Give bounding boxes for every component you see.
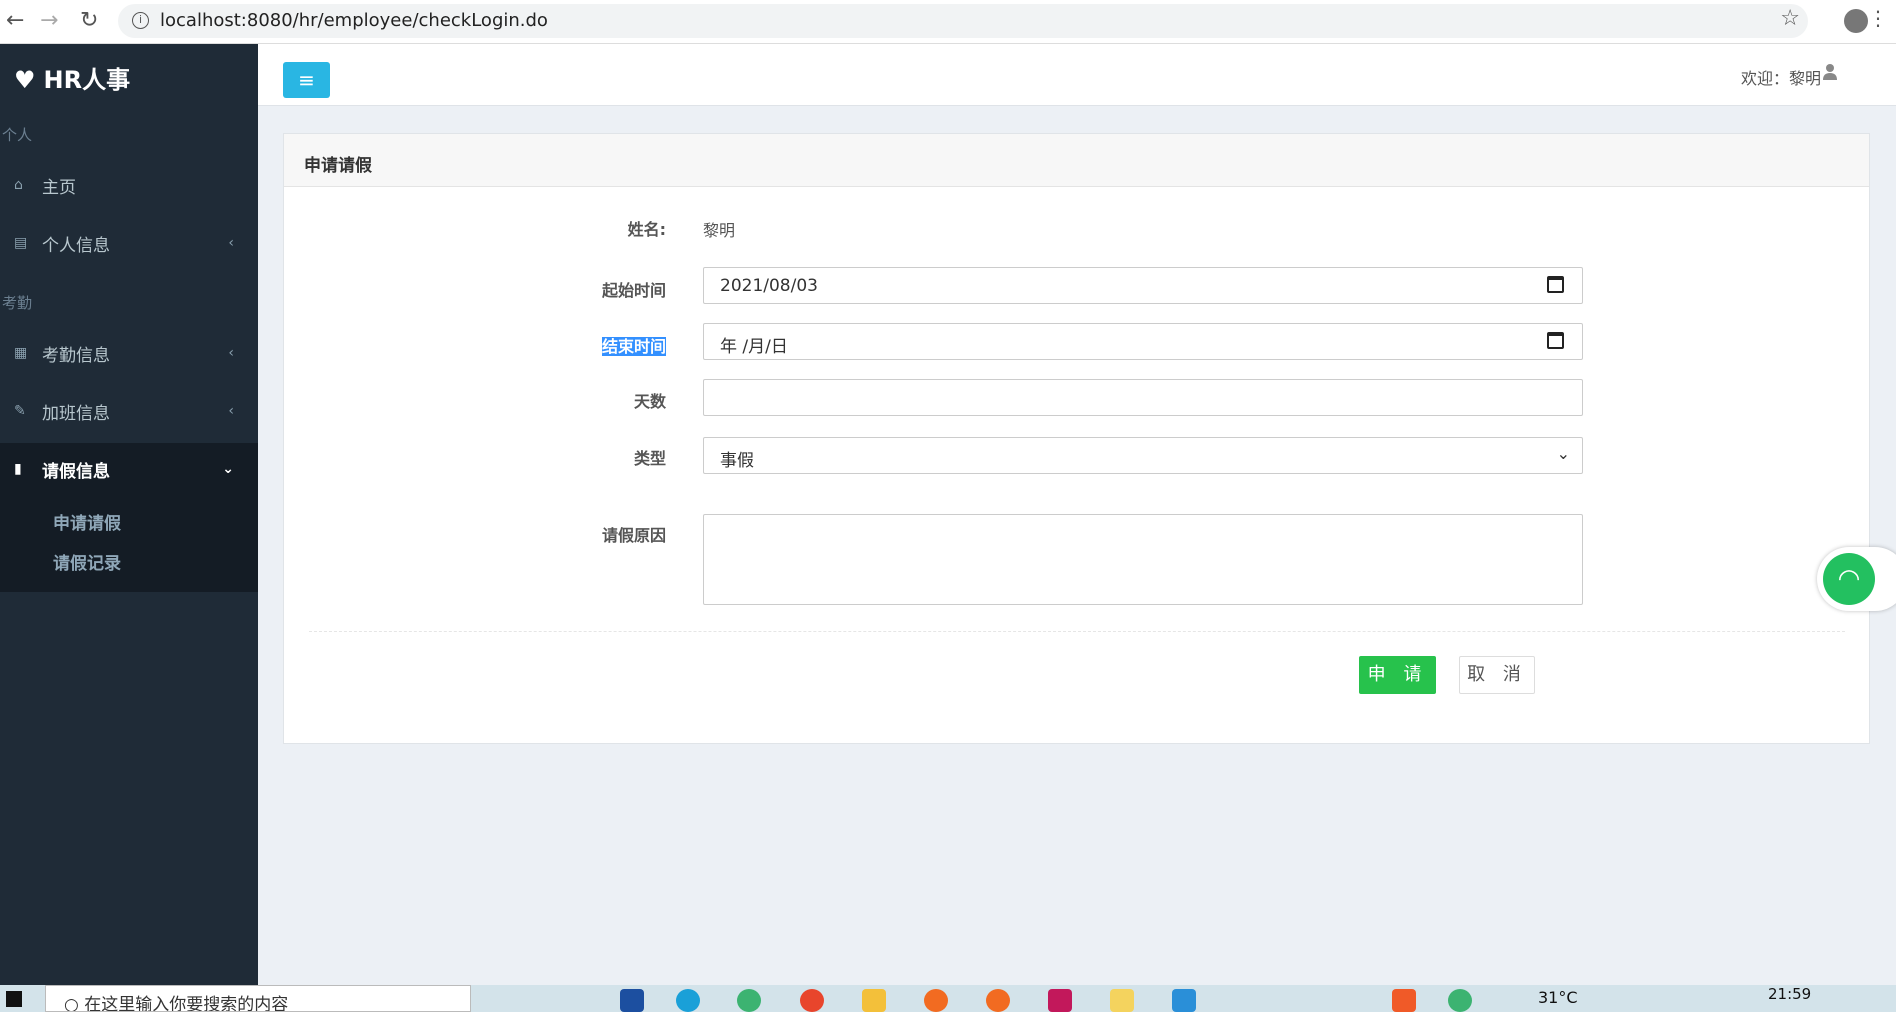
edit-icon: ✎ [14, 403, 26, 419]
sidebar: ♥ HR人事 个人 ⌂ 主页 ▤ 个人信息 ‹ 考勤 ▦ 考勤信息 ‹ ✎ 加班信息 ‹ ▮ 请假… [0, 44, 258, 985]
sogou-icon[interactable] [1392, 989, 1416, 1012]
card-title: 申请请假 [284, 134, 1869, 187]
start-date-value: 2021/08/03 [720, 276, 818, 296]
edge-icon[interactable] [676, 989, 700, 1012]
reason-label: 请假原因 [601, 526, 666, 545]
sidebar-item-label: 加班信息 [42, 403, 110, 424]
start-date-input[interactable]: 2021/08/03 [703, 267, 1583, 304]
sidebar-item-leave[interactable]: ▮ 请假信息 ⌄ [0, 445, 258, 493]
profile-icon[interactable] [1844, 9, 1868, 33]
app-icon[interactable] [986, 989, 1010, 1012]
sidebar-item-home[interactable]: ⌂ 主页 [0, 161, 258, 209]
days-input[interactable] [703, 379, 1583, 416]
leave-type-value: 事假 [720, 451, 754, 471]
divider [309, 631, 1845, 632]
taskbar-search-input[interactable]: ○ 在这里输入你要搜索的内容 [45, 985, 471, 1012]
end-time-label: 结束时间 [466, 333, 666, 357]
chevron-down-icon: ⌄ [222, 461, 234, 477]
logo-text: HR人事 [43, 66, 131, 94]
browser-menu-icon[interactable]: ⋮ [1868, 6, 1888, 30]
cancel-button[interactable]: 取 消 [1459, 656, 1535, 694]
windows-start-icon[interactable] [6, 991, 22, 1007]
chevron-down-icon: ⌄ [1556, 444, 1570, 463]
end-date-placeholder: 年 /月/日 [720, 337, 788, 357]
start-time-label: 起始时间 [601, 281, 666, 300]
calendar-icon[interactable] [1547, 276, 1564, 293]
taskbar: ○ 在这里输入你要搜索的内容 31°C 21:59 [0, 985, 1896, 1012]
info-icon[interactable]: i [132, 12, 149, 29]
logo[interactable]: ♥ HR人事 [14, 60, 130, 95]
sidebar-subitem-leave-records[interactable]: 请假记录 [53, 549, 121, 574]
calendar-icon[interactable] [1547, 332, 1564, 349]
bookmark-star-icon[interactable]: ☆ [1780, 6, 1800, 31]
sidebar-item-label: 考勤信息 [42, 345, 110, 366]
sidebar-item-attendance[interactable]: ▦ 考勤信息 ‹ [0, 329, 258, 377]
search-placeholder: 在这里输入你要搜索的内容 [84, 995, 289, 1012]
bookmark-icon: ▮ [14, 461, 22, 477]
chevron-left-icon: ‹ [228, 403, 234, 419]
intellij-icon[interactable] [1048, 989, 1072, 1012]
url-text: localhost:8080/hr/employee/checkLogin.do [160, 10, 548, 31]
browser-icon[interactable] [737, 989, 761, 1012]
clock: 21:59 [1768, 985, 1812, 1003]
back-icon[interactable]: ← [6, 8, 24, 33]
reason-textarea[interactable] [703, 514, 1583, 605]
chevron-left-icon: ‹ [228, 235, 234, 251]
photos-icon[interactable] [1172, 989, 1196, 1012]
top-header: ≡ 欢迎：黎明 [258, 44, 1896, 106]
heartbeat-icon: ♥ [14, 66, 36, 94]
end-date-input[interactable]: 年 /月/日 [703, 323, 1583, 360]
wifi-tray-icon[interactable] [1448, 989, 1472, 1012]
calendar-icon: ▦ [14, 345, 28, 361]
folder-icon[interactable] [862, 989, 886, 1012]
chevron-left-icon: ‹ [228, 345, 234, 361]
app-icon[interactable] [1110, 989, 1134, 1012]
type-label: 类型 [633, 449, 666, 468]
id-card-icon: ▤ [14, 235, 28, 251]
days-label: 天数 [633, 392, 666, 411]
section-attendance: 考勤 [2, 294, 33, 312]
sidebar-item-label: 个人信息 [42, 235, 110, 256]
home-icon: ⌂ [14, 177, 23, 193]
wifi-icon: ◠ [1823, 553, 1875, 605]
leave-type-select[interactable]: 事假 ⌄ [703, 437, 1583, 474]
temperature: 31°C [1538, 988, 1578, 1007]
browser-toolbar: ← → ↻ i localhost:8080/hr/employee/check… [0, 0, 1896, 44]
address-bar[interactable]: i localhost:8080/hr/employee/checkLogin.… [118, 4, 1808, 38]
end-time-label-text: 结束时间 [601, 337, 666, 356]
sidebar-item-label: 主页 [42, 177, 76, 198]
leave-form-card: 申请请假 姓名: 黎明 起始时间 2021/08/03 结束时间 年 /月/日 … [283, 133, 1870, 744]
sidebar-subitem-apply-leave[interactable]: 申请请假 [53, 509, 121, 534]
sidebar-item-overtime[interactable]: ✎ 加班信息 ‹ [0, 387, 258, 435]
sidebar-item-personal-info[interactable]: ▤ 个人信息 ‹ [0, 219, 258, 267]
name-value: 黎明 [703, 221, 736, 240]
chrome-icon[interactable] [800, 989, 824, 1012]
wifi-widget[interactable]: ◠ [1817, 547, 1896, 611]
app-icon[interactable] [924, 989, 948, 1012]
reload-icon[interactable]: ↻ [80, 8, 98, 33]
name-label: 姓名: [627, 220, 666, 239]
forward-icon[interactable]: → [40, 8, 58, 33]
section-personal: 个人 [2, 126, 33, 144]
user-icon[interactable] [1823, 64, 1837, 80]
search-icon: ○ [64, 995, 85, 1012]
welcome-text: 欢迎：黎明 [1741, 69, 1822, 88]
submit-button[interactable]: 申 请 [1359, 656, 1436, 694]
sidebar-item-label: 请假信息 [42, 461, 110, 482]
sidebar-toggle-button[interactable]: ≡ [283, 62, 330, 98]
app-icon[interactable] [620, 989, 644, 1012]
